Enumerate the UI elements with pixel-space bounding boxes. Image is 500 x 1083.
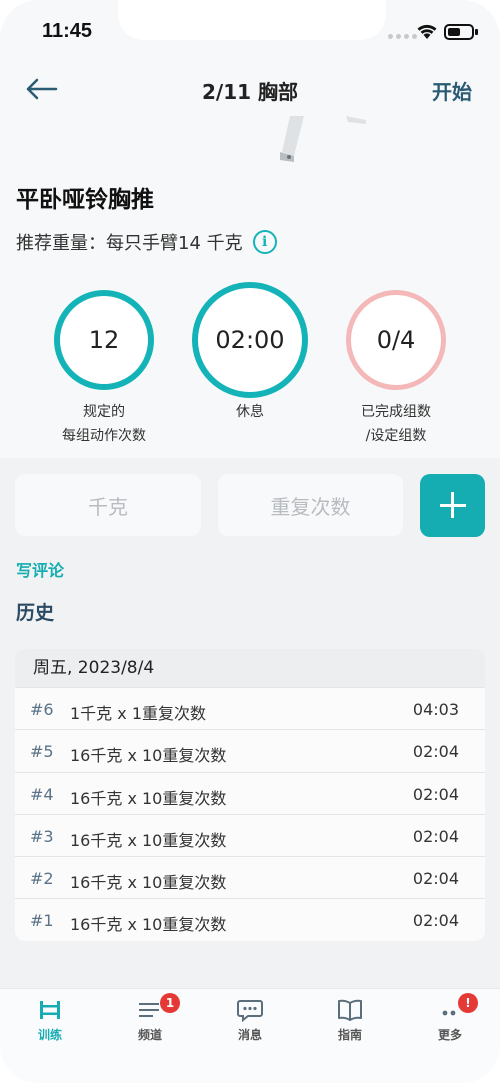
start-button[interactable]: 开始 (432, 76, 472, 105)
tab-bar: 训练 1 频道 消息 指南 ! 更多 (0, 988, 500, 1083)
sets-label-line2: /设定组数 (365, 428, 427, 444)
tab-label: 训练 (37, 1028, 62, 1042)
tab-more[interactable]: ! 更多 (400, 993, 500, 1043)
write-comment-link[interactable]: 写评论 (16, 557, 64, 581)
tab-label: 更多 (437, 1028, 462, 1042)
set-description: 16千克 x 10重复次数 (70, 746, 227, 766)
set-number: #4 (30, 784, 54, 804)
set-description: 1千克 x 1重复次数 (70, 704, 207, 723)
set-time: 02:04 (412, 826, 459, 846)
stat-reps: 12 规定的 每组动作次数 (34, 290, 174, 448)
weight-input[interactable]: 千克 (15, 474, 201, 536)
notch (118, 0, 386, 40)
set-description: 16千克 x 10重复次数 (70, 788, 227, 808)
exercise-illustration (280, 116, 366, 162)
history-title: 历史 (16, 602, 55, 624)
set-time: 04:03 (412, 700, 459, 719)
exercise-name: 平卧哑铃胸推 (16, 187, 154, 213)
history-row[interactable]: #5 16千克 x 10重复次数 02:04 (15, 729, 485, 771)
set-time: 02:04 (412, 742, 459, 762)
stat-rest[interactable]: 02:00 休息 (180, 282, 320, 424)
set-description: 16千克 x 10重复次数 (70, 873, 227, 893)
tab-label: 频道 (137, 1028, 162, 1042)
add-set-button[interactable] (420, 474, 485, 537)
tab-label: 消息 (237, 1028, 262, 1042)
log-section: 千克 重复次数 写评论 历史 周五, 2023/8/4 #6 1千克 x 1重复… (0, 458, 500, 988)
set-number: #2 (30, 869, 54, 889)
reps-label-line1: 规定的 (83, 404, 125, 420)
set-number: #1 (30, 911, 54, 931)
stat-sets: 0/4 已完成组数 /设定组数 (326, 290, 466, 448)
recommended-weight-text: 推荐重量：每只手臂14 千克 (16, 233, 243, 254)
reps-value: 12 (88, 326, 120, 354)
reps-label-line2: 每组动作次数 (62, 428, 146, 444)
set-time: 02:04 (412, 869, 459, 889)
status-time: 11:45 (42, 20, 93, 42)
rest-label-line1: 休息 (236, 404, 264, 420)
sets-ring: 0/4 (346, 290, 446, 390)
set-number: #3 (30, 826, 54, 846)
recommended-weight: 推荐重量：每只手臂14 千克 i (16, 229, 277, 255)
signal-icon (388, 34, 417, 39)
history-row[interactable]: #6 1千克 x 1重复次数 04:03 (15, 687, 485, 729)
reps-input[interactable]: 重复次数 (218, 474, 403, 536)
channel-badge: 1 (160, 993, 180, 1013)
set-description: 16千克 x 10重复次数 (70, 830, 227, 850)
chat-icon (237, 1000, 263, 1023)
set-number: #6 (30, 700, 54, 719)
wifi-icon (417, 24, 437, 39)
rest-ring: 02:00 (192, 282, 308, 398)
more-badge: ! (458, 993, 478, 1013)
page-title: 2/11 胸部 (201, 80, 298, 104)
sets-label-line1: 已完成组数 (361, 404, 431, 420)
sets-label: 已完成组数 /设定组数 (326, 400, 466, 448)
rest-value: 02:00 (215, 326, 285, 354)
book-icon (338, 999, 362, 1021)
history-row[interactable]: #3 16千克 x 10重复次数 02:04 (15, 813, 485, 856)
info-icon[interactable]: i (252, 230, 277, 254)
reps-label: 规定的 每组动作次数 (34, 400, 174, 448)
tab-guide[interactable]: 指南 (300, 995, 400, 1043)
history-row[interactable]: #1 16千克 x 10重复次数 02:04 (15, 898, 485, 940)
battery-icon (444, 24, 478, 40)
tab-label: 指南 (337, 1028, 362, 1042)
set-time: 02:04 (412, 911, 459, 931)
nav-bar: 2/11 胸部 开始 (0, 60, 500, 120)
status-bar: 11:45 (0, 0, 500, 60)
stats-row: 12 规定的 每组动作次数 02:00 休息 0/4 已完成组数 /设定组数 (0, 282, 500, 456)
set-number: #5 (30, 742, 54, 762)
sets-value: 0/4 (376, 326, 416, 354)
tab-messages[interactable]: 消息 (200, 995, 300, 1043)
app-screen: 11:45 2/11 胸部 开始 平卧哑铃胸推 推荐重量：每只手臂14 千克 i (0, 0, 500, 1083)
tab-training[interactable]: 训练 (0, 995, 100, 1043)
history-date: 周五, 2023/8/4 (15, 649, 485, 687)
history-row[interactable]: #2 16千克 x 10重复次数 02:04 (15, 856, 485, 898)
set-description: 16千克 x 10重复次数 (70, 915, 227, 935)
dumbbell-icon (40, 1001, 60, 1019)
set-time: 02:04 (412, 784, 459, 804)
rest-label: 休息 (180, 400, 320, 424)
history-card: 周五, 2023/8/4 #6 1千克 x 1重复次数 04:03 #5 16千… (15, 649, 485, 941)
history-row[interactable]: #4 16千克 x 10重复次数 02:04 (15, 771, 485, 814)
reps-ring: 12 (54, 290, 154, 390)
tab-channel[interactable]: 1 频道 (100, 993, 200, 1043)
